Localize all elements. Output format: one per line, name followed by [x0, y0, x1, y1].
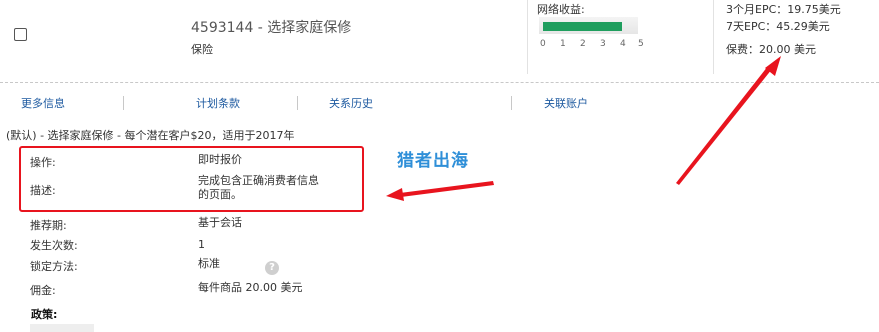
arrow-shaft-up [676, 66, 772, 185]
occurrence-label: 发生次数: [30, 239, 78, 252]
description-label: 描述: [30, 184, 56, 197]
lock-method-value: 标准 [198, 257, 220, 270]
tab-linked-accounts[interactable]: 关联账户 [544, 95, 588, 111]
meter-tick: 5 [638, 39, 644, 49]
watermark-text: 猎者出海 [397, 151, 469, 171]
meter-tick: 4 [620, 39, 626, 49]
action-label: 操作: [30, 156, 56, 169]
earnings-meter-fill [543, 22, 622, 31]
column-divider [527, 0, 528, 74]
column-divider [713, 0, 714, 74]
action-value: 即时报价 [198, 153, 242, 166]
description-value-line2: 的页面。 [198, 188, 242, 201]
arrow-head-up [765, 56, 781, 76]
occurrence-value: 1 [198, 238, 205, 251]
arrow-shaft-left [400, 181, 494, 197]
arrow-head-left [386, 188, 404, 201]
commission-value: 每件商品 20.00 美元 [198, 281, 303, 294]
payout: 保费：20.00 美元 [726, 43, 816, 56]
meter-tick: 3 [600, 39, 606, 49]
offer-description: (默认) - 选择家庭保修 - 每个潜在客户$20，适用于2017年 [6, 129, 295, 142]
select-offer-checkbox[interactable] [14, 28, 27, 41]
epc-7day: 7天EPC：45.29美元 [726, 20, 830, 33]
tab-separator [511, 96, 512, 110]
meter-tick: 2 [580, 39, 586, 49]
policy-label: 政策: [31, 308, 58, 321]
offer-title: 4593144 - 选择家庭保修 [191, 20, 352, 36]
referral-period-value: 基于会话 [198, 216, 242, 229]
question-circle-icon[interactable]: ? [265, 261, 279, 275]
policy-content [30, 324, 94, 332]
meter-tick: 0 [540, 39, 546, 49]
meter-tick: 1 [560, 39, 566, 49]
description-value-line1: 完成包含正确消费者信息 [198, 174, 319, 187]
tab-separator [297, 96, 298, 110]
tab-more-info[interactable]: 更多信息 [21, 95, 65, 111]
referral-period-label: 推荐期: [30, 219, 67, 232]
tab-plan-terms[interactable]: 计划条款 [196, 95, 240, 111]
section-divider [0, 82, 879, 83]
tab-relation-history[interactable]: 关系历史 [329, 95, 373, 111]
commission-label: 佣金: [30, 284, 56, 297]
tab-separator [123, 96, 124, 110]
epc-3month: 3个月EPC：19.75美元 [726, 3, 841, 16]
lock-method-label: 锁定方法: [30, 260, 78, 273]
network-earnings-label: 网络收益: [537, 3, 585, 16]
offer-category: 保险 [191, 43, 213, 56]
